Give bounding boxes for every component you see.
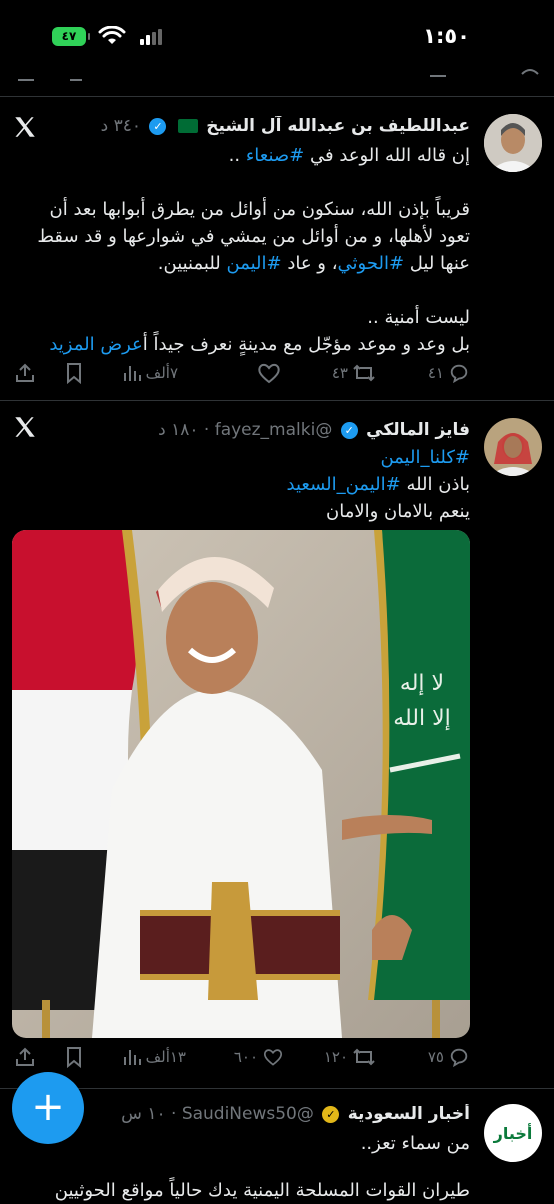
verified-badge-icon: ✓ [340, 421, 358, 439]
tweet-header: فايز المالكي ✓ @fayez_malki · ١٨٠ د [158, 420, 470, 440]
author-handle[interactable]: @fayez_malki [215, 420, 333, 440]
svg-text:إلا الله: إلا الله [393, 706, 451, 731]
text-fragment: باذن الله [400, 474, 470, 495]
share-button[interactable] [14, 1042, 36, 1072]
compose-plus-icon: + [31, 1084, 65, 1130]
text-fragment: ، و عاد [287, 253, 338, 274]
like-button[interactable] [256, 358, 282, 388]
bookmark-button[interactable] [64, 358, 84, 388]
text-line: إن قاله الله الوعد في [309, 145, 470, 166]
hashtag-link[interactable]: #كلنا_اليمن [380, 447, 470, 468]
tweet-1[interactable]: عبداللطيف بن عبدالله آل الشيخ ✓ ٣٤٠ د إن… [0, 96, 554, 400]
author-handle[interactable]: @SaudiNews50 [182, 1104, 314, 1124]
hashtag-link[interactable]: #صنعاء [246, 145, 304, 166]
reply-icon [450, 1048, 468, 1068]
bookmark-icon [67, 363, 81, 384]
hashtag-link[interactable]: #الحوثي [338, 253, 405, 274]
share-icon[interactable] [16, 68, 36, 82]
signal-icon [140, 29, 162, 45]
verified-badge-icon: ✓ [149, 117, 167, 135]
battery-icon: ٤٧ [52, 27, 90, 46]
text-line: تعود لأهلها، و من أوائل من يمشي في شوارع… [37, 226, 470, 247]
views-button[interactable]: ١٣ألف [122, 1042, 186, 1072]
text-fragment: للبمنيين. [157, 253, 221, 274]
views-count: ١٣ألف [145, 1048, 186, 1066]
tweet-2[interactable]: فايز المالكي ✓ @fayez_malki · ١٨٠ د #كلن… [0, 400, 554, 1082]
tweet-actions: ٧٥ ١٢٠ ٦٠٠ ١٣ألف [0, 1042, 554, 1072]
tweet-header: أخبار السعودية ✓ @SaudiNews50 · ١٠ س [121, 1104, 470, 1124]
photo-image: لا إله إلا الله [12, 530, 470, 1038]
status-time: ١:٥٠ [423, 24, 470, 48]
text-line: ينعم بالامان والامان [326, 501, 470, 522]
author-name[interactable]: فايز المالكي [366, 420, 470, 440]
previous-tweet-actions [0, 60, 554, 90]
bookmark-icon[interactable] [68, 68, 84, 82]
text-line: قريباً بإذن الله، سنكون من أوائل من يطرق… [49, 199, 470, 220]
views-icon [123, 1050, 141, 1065]
text-fragment: عنها ليل [409, 253, 470, 274]
tweet-text: #كلنا_اليمن باذن الله #اليمن_السعيد ينعم… [18, 444, 471, 525]
retweet-icon [353, 1048, 375, 1066]
tweet-age: ٣٤٠ د [100, 116, 142, 136]
author-name[interactable]: أخبار السعودية [348, 1104, 470, 1124]
compose-button[interactable]: + [12, 1072, 84, 1144]
views-button[interactable]: ٧ألف [122, 358, 178, 388]
show-more-link[interactable]: عرض المزيد [49, 334, 142, 355]
retweet-button[interactable]: ١٢٠ [324, 1042, 376, 1072]
bookmark-button[interactable] [64, 1042, 84, 1072]
like-count: ٦٠٠ [233, 1048, 258, 1066]
x-logo-icon[interactable] [12, 414, 38, 440]
verified-badge-icon: ✓ [322, 1105, 340, 1123]
views-icon [123, 366, 141, 381]
wifi-icon [98, 26, 126, 44]
tweet-age: ١٠ س [121, 1104, 166, 1124]
share-icon [16, 1047, 34, 1066]
tweet-photo[interactable]: لا إله إلا الله [12, 530, 470, 1038]
retweet-icon[interactable] [428, 66, 448, 80]
text-fragment: .. [228, 145, 246, 166]
text-fragment: بل وعد و موعد مؤجّل مع مدينةٍ نعرف جيداً… [142, 334, 470, 355]
x-logo-icon[interactable] [12, 114, 38, 140]
retweet-button[interactable]: ٤٣ [332, 358, 376, 388]
tweet-text: إن قاله الله الوعد في #صنعاء .. قريباً ب… [18, 142, 470, 358]
reply-icon[interactable] [520, 64, 540, 78]
like-icon [258, 363, 280, 384]
avatar[interactable] [484, 114, 542, 172]
reply-button[interactable]: ٧٥ [428, 1042, 470, 1072]
retweet-count: ٤٣ [331, 364, 348, 382]
avatar[interactable]: أخبار [484, 1104, 542, 1162]
avatar-logo-text: أخبار [493, 1123, 533, 1143]
tweet-age: ١٨٠ د [158, 420, 199, 440]
author-name[interactable]: عبداللطيف بن عبدالله آل الشيخ [206, 116, 470, 136]
tweet-actions: ٤١ ٤٣ ٧ألف [0, 358, 554, 388]
tweet-text: من سماء تعز.. طيران القوات المسلحة اليمن… [55, 1130, 470, 1204]
share-icon [16, 363, 34, 382]
reply-count: ٤١ [427, 364, 444, 382]
hashtag-link[interactable]: #اليمن [227, 253, 282, 274]
like-icon [263, 1049, 283, 1066]
bookmark-icon [67, 1047, 81, 1068]
retweet-count: ١٢٠ [323, 1048, 348, 1066]
tweet-header: عبداللطيف بن عبدالله آل الشيخ ✓ ٣٤٠ د [60, 116, 470, 136]
reply-icon [450, 364, 468, 384]
retweet-icon [353, 364, 375, 382]
hashtag-link[interactable]: #اليمن_السعيد [287, 474, 401, 495]
reply-button[interactable]: ٤١ [428, 358, 470, 388]
reply-count: ٧٥ [427, 1048, 444, 1066]
svg-text:لا إله: لا إله [400, 671, 444, 696]
text-line: ليست أمنية .. [367, 307, 470, 328]
views-count: ٧ألف [145, 364, 178, 382]
like-button[interactable]: ٦٠٠ [234, 1042, 284, 1072]
avatar[interactable] [484, 418, 542, 476]
saudi-flag-icon [177, 119, 198, 133]
text-line: من سماء تعز.. [360, 1133, 470, 1154]
share-button[interactable] [14, 358, 36, 388]
